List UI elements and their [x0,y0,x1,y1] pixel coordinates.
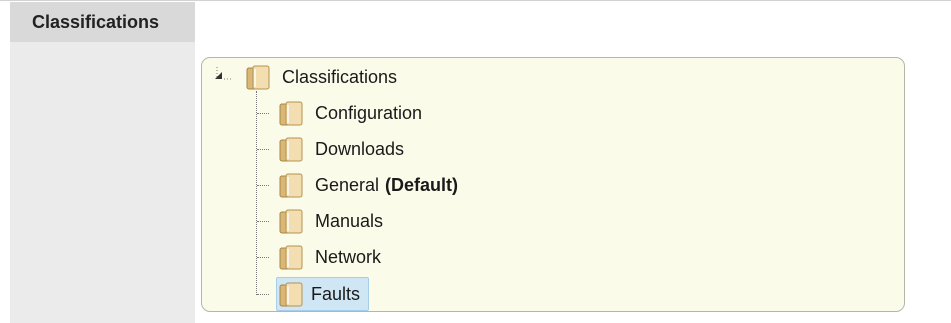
classifications-form-row: Classifications Classifications Configur… [0,0,951,323]
folder-icon [279,101,303,126]
tree-node-downloads[interactable]: Downloads [277,134,408,164]
tree-branch-line [257,149,269,150]
field-label: Classifications [10,2,195,42]
folder-icon [279,282,303,307]
tree-connector-line [256,91,257,295]
tree-node-root[interactable]: Classifications [244,62,401,92]
tree-branch-line [257,221,269,222]
tree-node-label: Downloads [315,138,405,159]
tree-branch-line [257,113,269,114]
tree-node-label: Network [315,246,382,267]
folder-icon [246,65,270,90]
tree-node-label: General (Default) [311,172,462,199]
tree-node-label: Classifications [282,66,398,87]
tree-branch-line [257,257,269,258]
tree-node-name: General [315,174,380,195]
tree-node-general[interactable]: General (Default) [277,170,462,200]
tree-node-label: Faults [311,283,361,304]
tree-branch-line [257,185,269,186]
folder-icon [279,245,303,270]
tree-node-faults[interactable]: Faults [276,277,370,311]
tree-node-label: Configuration [315,102,423,123]
tree-node-manuals[interactable]: Manuals [277,206,387,236]
tree-node-configuration[interactable]: Configuration [277,98,426,128]
default-marker: (Default) [385,174,459,195]
folder-icon [279,173,303,198]
tree-branch-line [257,294,269,295]
tree-node-label: Manuals [315,210,384,231]
folder-icon [279,209,303,234]
field-label-column: Classifications [10,2,195,323]
tree-node-network[interactable]: Network [277,242,385,272]
folder-icon [279,137,303,162]
collapse-toggle-icon[interactable] [213,67,235,85]
